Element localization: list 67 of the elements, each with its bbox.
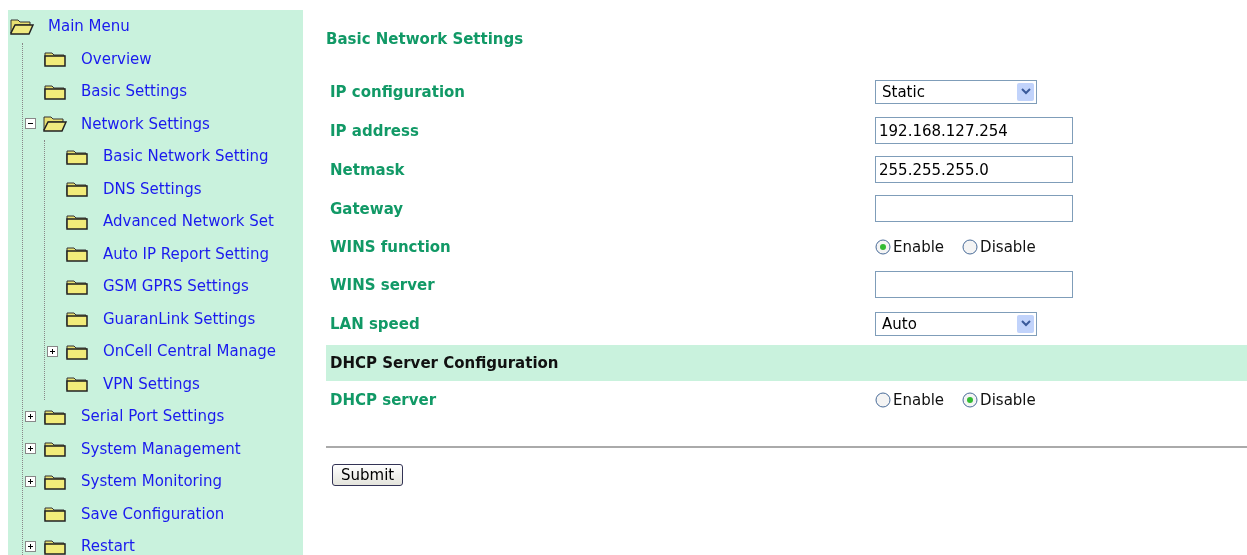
field-label: LAN speed bbox=[330, 314, 421, 333]
section-title: Basic Network Settings bbox=[326, 30, 525, 50]
folder-icon bbox=[65, 342, 89, 360]
menu-item[interactable]: OnCell Central Manage bbox=[103, 342, 277, 361]
folder-icon bbox=[43, 537, 67, 555]
field-label: WINS function bbox=[330, 237, 452, 256]
menu-item[interactable]: Auto IP Report Setting bbox=[103, 244, 270, 263]
open-folder-icon bbox=[10, 17, 34, 35]
radio-option[interactable]: Disable bbox=[962, 237, 1036, 256]
folder-icon bbox=[65, 147, 89, 165]
menu-item[interactable]: Basic Network Setting bbox=[103, 147, 269, 166]
section-header: DHCP Server Configuration bbox=[326, 345, 1247, 381]
input-field[interactable]: 255.255.255.0 bbox=[875, 156, 1073, 183]
menu-item[interactable]: Overview bbox=[81, 49, 152, 68]
collapse-icon[interactable] bbox=[24, 118, 36, 130]
folder-icon bbox=[65, 212, 89, 230]
menu-item[interactable]: System Monitoring bbox=[81, 472, 222, 491]
menu-item[interactable]: GuaranLink Settings bbox=[103, 309, 256, 328]
menu-item[interactable]: Basic Settings bbox=[81, 82, 187, 101]
chevron-down-icon bbox=[1020, 88, 1031, 95]
folder-icon bbox=[43, 407, 67, 425]
menu-item[interactable]: Network Settings bbox=[81, 114, 210, 133]
folder-icon bbox=[43, 50, 67, 68]
submit-button[interactable]: Submit bbox=[332, 464, 404, 486]
input-field[interactable] bbox=[875, 271, 1073, 298]
dropdown[interactable]: Auto bbox=[875, 311, 1037, 336]
expand-icon[interactable] bbox=[24, 410, 36, 422]
folder-icon bbox=[43, 82, 67, 100]
menu-title[interactable]: Main Menu bbox=[48, 17, 130, 36]
open-folder-icon bbox=[43, 115, 67, 133]
field-label: Netmask bbox=[330, 160, 406, 179]
dropdown[interactable]: Static bbox=[875, 79, 1037, 104]
folder-icon bbox=[65, 375, 89, 393]
field-label: DHCP server bbox=[330, 390, 438, 409]
expand-icon[interactable] bbox=[24, 443, 36, 455]
field-label: WINS server bbox=[330, 275, 436, 294]
input-field[interactable] bbox=[875, 195, 1073, 222]
expand-icon[interactable] bbox=[24, 540, 36, 552]
menu-item[interactable]: Serial Port Settings bbox=[81, 407, 225, 426]
field-label: IP address bbox=[330, 121, 420, 140]
menu-item[interactable]: DNS Settings bbox=[103, 179, 202, 198]
expand-icon[interactable] bbox=[24, 475, 36, 487]
radio-option[interactable]: Disable bbox=[962, 390, 1036, 409]
radio-button[interactable] bbox=[962, 391, 979, 408]
radio-option[interactable]: Enable bbox=[875, 237, 945, 256]
input-field[interactable]: 192.168.127.254 bbox=[875, 117, 1073, 144]
folder-icon bbox=[43, 505, 67, 523]
folder-icon bbox=[65, 180, 89, 198]
chevron-down-icon bbox=[1020, 320, 1031, 327]
radio-button[interactable] bbox=[875, 391, 891, 408]
menu-item[interactable]: Restart bbox=[81, 537, 135, 555]
folder-icon bbox=[65, 277, 89, 295]
menu-item[interactable]: Advanced Network Set bbox=[103, 212, 274, 231]
menu-item[interactable]: GSM GPRS Settings bbox=[103, 277, 249, 296]
field-label: IP configuration bbox=[330, 82, 467, 101]
expand-icon[interactable] bbox=[46, 345, 58, 357]
menu-item[interactable]: System Management bbox=[81, 439, 241, 458]
folder-icon bbox=[65, 310, 89, 328]
folder-icon bbox=[43, 472, 67, 490]
menu-item[interactable]: VPN Settings bbox=[103, 374, 200, 393]
folder-icon bbox=[65, 245, 89, 263]
radio-button[interactable] bbox=[962, 238, 979, 255]
radio-option[interactable]: Enable bbox=[875, 390, 945, 409]
field-label: Gateway bbox=[330, 199, 405, 218]
menu-item[interactable]: Save Configuration bbox=[81, 504, 225, 523]
radio-button[interactable] bbox=[875, 238, 891, 255]
folder-icon bbox=[43, 440, 67, 458]
